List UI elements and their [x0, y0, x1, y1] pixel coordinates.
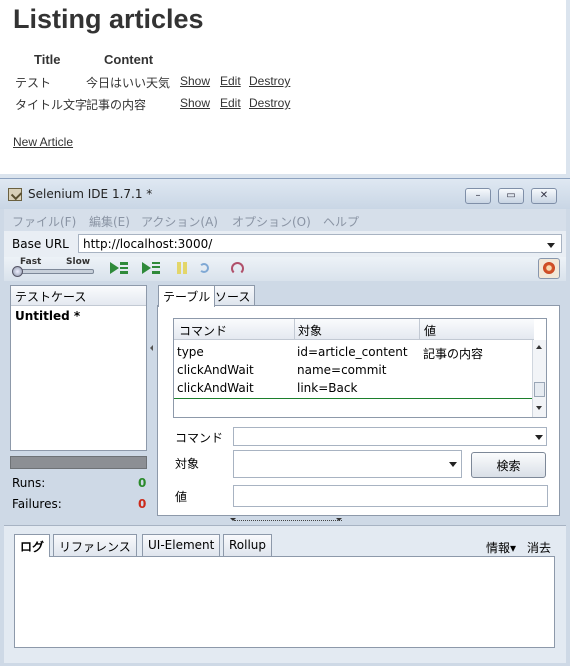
tab-ui-element[interactable]: UI-Element	[142, 534, 221, 556]
speed-fast-label: Fast	[20, 257, 42, 267]
tab-source[interactable]: ソース	[210, 285, 256, 306]
base-url-row: Base URL	[4, 231, 566, 257]
horizontal-splitter[interactable]	[4, 516, 566, 524]
article-title: テスト	[15, 76, 52, 90]
speed-slow-label: Slow	[66, 257, 91, 267]
scrollbar-thumb[interactable]	[534, 382, 545, 397]
menu-edit[interactable]: 編集(E)	[89, 213, 130, 230]
new-command-row[interactable]	[174, 398, 534, 417]
command-select[interactable]	[233, 427, 547, 446]
progress-bar	[10, 456, 147, 469]
column-header-title: Title	[34, 52, 61, 67]
article-title: タイトル文字	[15, 98, 88, 112]
testcase-header: テストケース	[11, 286, 146, 306]
tab-table[interactable]: テーブル	[158, 285, 216, 307]
table-row[interactable]: type id=article_content 記事の内容	[174, 343, 534, 361]
maximize-button[interactable]: ▭	[498, 188, 524, 204]
cell-target: id=article_content	[297, 345, 408, 359]
command-label: コマンド	[175, 431, 224, 445]
play-test-icon[interactable]	[140, 261, 162, 277]
failures-count: 0	[138, 497, 147, 511]
cell-value: 記事の内容	[423, 347, 484, 361]
find-button[interactable]: 検索	[471, 452, 546, 478]
menu-bar: ファイル(F) 編集(E) アクション(A) オプション(O) ヘルプ	[4, 209, 566, 231]
show-link[interactable]: Show	[180, 74, 210, 88]
selenium-app-icon	[8, 188, 22, 201]
minimize-button[interactable]: –	[465, 188, 491, 204]
toolbar: Fast Slow	[4, 257, 566, 281]
table-scrollbar[interactable]	[532, 340, 546, 417]
menu-file[interactable]: ファイル(F)	[12, 213, 76, 230]
table-row[interactable]: clickAndWait name=commit	[174, 361, 534, 379]
column-header-content: Content	[104, 52, 154, 67]
log-area: ログ リファレンス UI-Element Rollup 情報▾ 消去	[4, 525, 566, 663]
destroy-link[interactable]: Destroy	[249, 74, 290, 88]
clear-button[interactable]: 消去	[527, 539, 551, 556]
show-link[interactable]: Show	[180, 96, 210, 110]
cell-command: clickAndWait	[177, 381, 254, 395]
article-content: 記事の内容	[86, 98, 147, 112]
header-value[interactable]: 値	[424, 322, 436, 339]
tab-rollup[interactable]: Rollup	[223, 534, 273, 556]
scroll-down-icon[interactable]	[536, 406, 542, 410]
title-bar[interactable]: Selenium IDE 1.7.1 * – ▭ ✕	[0, 179, 570, 209]
cell-target: name=commit	[297, 363, 387, 377]
value-label: 値	[175, 490, 188, 504]
tab-log[interactable]: ログ	[14, 534, 51, 557]
header-target[interactable]: 対象	[298, 322, 322, 339]
chevron-down-icon[interactable]	[535, 435, 543, 440]
value-input[interactable]	[233, 485, 548, 507]
chevron-down-icon[interactable]	[449, 462, 457, 467]
table-row[interactable]: clickAndWait link=Back	[174, 379, 534, 397]
speed-slider-track[interactable]	[14, 269, 94, 274]
rollup-spiral-icon[interactable]	[227, 261, 249, 277]
menu-actions[interactable]: アクション(A)	[141, 213, 218, 230]
menu-options[interactable]: オプション(O)	[232, 213, 311, 230]
chevron-down-icon[interactable]	[547, 243, 555, 248]
close-button[interactable]: ✕	[531, 188, 557, 204]
target-label: 対象	[175, 457, 200, 471]
runs-label: Runs:	[12, 476, 46, 490]
rails-page: Listing articles Title Content テスト 今日はいい…	[0, 0, 566, 174]
editor-panel: コマンド 対象 値 type id=article_content 記事の内容 …	[157, 305, 560, 516]
base-url-label: Base URL	[12, 237, 69, 251]
failures-label: Failures:	[12, 497, 62, 511]
menu-help[interactable]: ヘルプ	[323, 213, 359, 230]
edit-link[interactable]: Edit	[220, 96, 241, 110]
selenium-ide-window: Selenium IDE 1.7.1 * – ▭ ✕ ファイル(F) 編集(E)…	[0, 178, 570, 666]
page-heading: Listing articles	[13, 4, 204, 34]
cell-command: clickAndWait	[177, 363, 254, 377]
testcase-panel: テストケース Untitled *	[10, 285, 147, 451]
target-select[interactable]	[233, 450, 462, 478]
cell-command: type	[177, 345, 204, 359]
new-article-link[interactable]: New Article	[13, 135, 73, 149]
pause-icon[interactable]	[172, 261, 194, 277]
record-button[interactable]	[538, 258, 560, 279]
info-dropdown[interactable]: 情報▾	[486, 539, 516, 556]
speed-slider-handle[interactable]	[12, 266, 23, 277]
tab-reference[interactable]: リファレンス	[53, 534, 137, 556]
article-content: 今日はいい天気	[86, 76, 171, 90]
command-table-header: コマンド 対象 値	[174, 319, 534, 340]
command-table: コマンド 対象 値 type id=article_content 記事の内容 …	[173, 318, 547, 418]
window-title: Selenium IDE 1.7.1 *	[28, 187, 153, 201]
runs-count: 0	[138, 476, 147, 490]
step-icon[interactable]	[196, 261, 218, 277]
header-command[interactable]: コマンド	[179, 322, 227, 339]
testcase-item[interactable]: Untitled *	[11, 306, 146, 326]
edit-link[interactable]: Edit	[220, 74, 241, 88]
vertical-splitter[interactable]	[148, 285, 156, 515]
play-suite-icon[interactable]	[108, 261, 130, 277]
cell-target: link=Back	[297, 381, 358, 395]
scroll-up-icon[interactable]	[536, 345, 542, 349]
destroy-link[interactable]: Destroy	[249, 96, 290, 110]
log-pane	[14, 556, 555, 648]
base-url-input[interactable]	[78, 234, 562, 253]
